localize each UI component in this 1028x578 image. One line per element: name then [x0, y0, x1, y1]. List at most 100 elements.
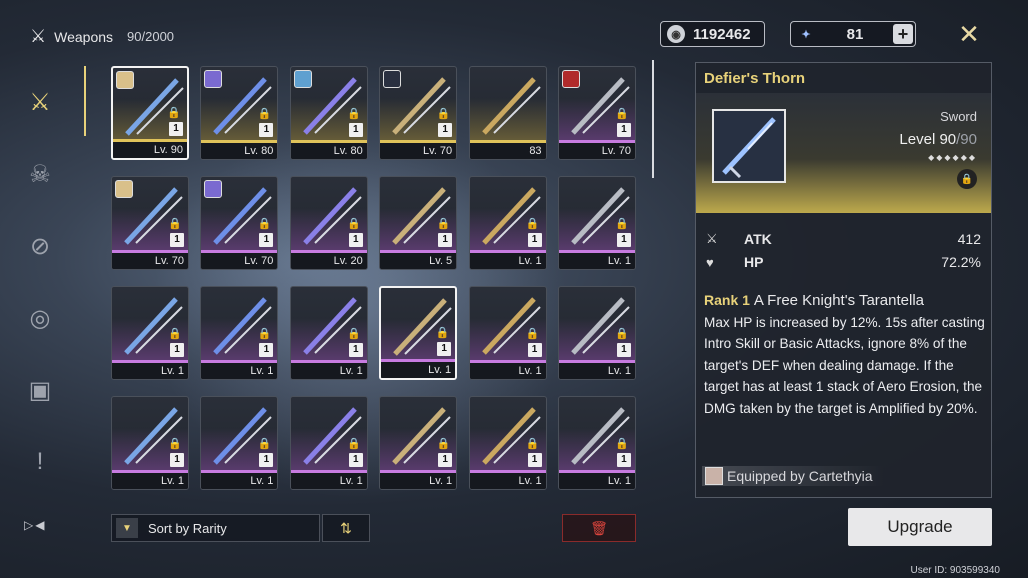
rail-expand-icon[interactable]: ▷◀ [24, 518, 46, 532]
weapon-level-label: Lv. 20 [290, 253, 367, 269]
material-tab-icon[interactable]: ⊘ [22, 228, 58, 264]
weapon-count: 90/2000 [127, 29, 175, 44]
echo-tab-icon[interactable]: ☠ [22, 156, 58, 192]
sword-icon [722, 117, 776, 179]
rank-badge: 1 [616, 123, 631, 137]
weapon-card[interactable]: 🔒 1 Lv. 1 [557, 396, 636, 490]
weapon-card[interactable]: 🔒 1 Lv. 1 [379, 286, 458, 380]
page-header: ⚔ Weapons 90/2000 [30, 26, 174, 47]
chevron-down-icon: ▼ [116, 518, 138, 538]
rank-badge: 1 [348, 233, 363, 247]
weapon-card[interactable]: 🔒 1 Lv. 1 [557, 176, 636, 270]
weapon-card[interactable]: 83 [468, 66, 547, 160]
weapon-level-label: Lv. 1 [380, 473, 457, 489]
lock-icon: 🔒 [435, 327, 450, 339]
weapon-card[interactable]: 🔒 1 Lv. 70 [557, 66, 636, 160]
weapon-card[interactable]: 🔒 1 Lv. 1 [379, 396, 458, 490]
avatar [115, 180, 133, 198]
level-current: Level 90 [899, 131, 957, 148]
page-title: Weapons [54, 28, 114, 45]
weapon-card[interactable]: 🔒 1 Lv. 5 [379, 176, 458, 270]
rank-badge: 1 [259, 453, 274, 467]
weapon-card[interactable]: 🔒 1 Lv. 1 [289, 396, 368, 490]
weapon-tab-icon[interactable]: ⚔ [22, 84, 58, 120]
grid-scrollbar[interactable] [652, 60, 654, 178]
development-tab-icon[interactable]: ◎ [22, 300, 58, 336]
lock-icon: 🔒 [347, 218, 361, 230]
currency-shell-credit: ◉ 1192462 [660, 21, 765, 47]
rank-badge: 1 [259, 123, 274, 137]
weapon-level-label: Lv. 1 [201, 363, 278, 379]
rank-badge: 1 [438, 453, 453, 467]
skill-description: Max HP is increased by 12%. 15s after ca… [704, 314, 985, 416]
rank-badge: 1 [437, 342, 452, 356]
weapon-card[interactable]: 🔒 1 Lv. 20 [289, 176, 368, 270]
weapon-card[interactable]: 🔒 1 Lv. 1 [557, 286, 636, 380]
sort-order-icon: ⇅ [340, 519, 352, 536]
weapon-card[interactable]: 🔒 1 Lv. 1 [111, 286, 189, 380]
avatar [204, 70, 223, 88]
weapon-card[interactable]: 🔒 1 Lv. 1 [468, 286, 547, 380]
weapon-card[interactable]: 🔒 1 Lv. 1 [468, 396, 547, 490]
upgrade-button[interactable]: Upgrade [848, 508, 992, 546]
weapon-grid: 🔒 1 Lv. 90 🔒 1 Lv. 80 🔒 1 Lv. 80 🔒 1 Lv. 70 83 🔒 1 Lv. … [111, 66, 641, 490]
rank-badge: 1 [616, 233, 631, 247]
weapon-level-label: Lv. 90 [113, 142, 187, 158]
rank-badge: 1 [170, 343, 184, 357]
sort-order-button[interactable]: ⇅ [322, 514, 370, 542]
weapon-level-label: 83 [469, 143, 546, 159]
quest-item-tab-icon[interactable]: ! [22, 444, 58, 480]
weapon-detail-panel: Defier's Thorn Sword Level 90/90 ◆◆◆◆◆◆ … [695, 62, 992, 498]
weapon-level-label: Lv. 1 [290, 363, 367, 379]
weapon-level: Level 90/90 [899, 131, 977, 148]
rank-badge: 1 [348, 123, 363, 137]
weapon-card[interactable]: 🔒 1 Lv. 1 [111, 396, 189, 490]
weapon-level-label: Lv. 5 [380, 253, 457, 269]
passive-skill: Rank 1 A Free Knight's Tarantella Max HP… [704, 290, 987, 419]
lock-icon: 🔒 [257, 218, 272, 230]
add-astrite-button[interactable]: + [893, 24, 913, 44]
weapon-card[interactable]: 🔒 1 Lv. 1 [200, 396, 279, 490]
avatar [705, 467, 723, 485]
weapon-card[interactable]: 🔒 1 Lv. 1 [468, 176, 547, 270]
crossed-swords-icon: ⚔ [30, 26, 47, 46]
weapon-card[interactable]: 🔒 1 Lv. 80 [289, 66, 368, 160]
rank-badge: 1 [616, 343, 631, 357]
lock-icon: 🔒 [167, 107, 181, 119]
close-icon[interactable]: ✕ [956, 21, 982, 47]
discard-button[interactable]: 🗑 [562, 514, 636, 542]
rank-badge: 1 [170, 233, 184, 247]
weapon-level-label: Lv. 70 [112, 253, 188, 269]
weapon-card[interactable]: 🔒 1 Lv. 90 [111, 66, 189, 160]
weapon-hero: Sword Level 90/90 ◆◆◆◆◆◆ 🔒 [696, 93, 991, 213]
weapon-card[interactable]: 🔒 1 Lv. 70 [111, 176, 189, 270]
lock-icon: 🔒 [436, 218, 451, 230]
sort-dropdown[interactable]: ▼ Sort by Rarity [111, 514, 320, 542]
weapon-card[interactable]: 🔒 1 Lv. 80 [200, 66, 279, 160]
lock-icon: 🔒 [347, 328, 361, 340]
hp-icon: ♥ [706, 254, 714, 270]
avatar [383, 70, 402, 88]
weapon-level-label: Lv. 80 [290, 143, 367, 159]
rank-badge: 1 [527, 453, 542, 467]
weapon-card[interactable]: 🔒 1 Lv. 70 [379, 66, 458, 160]
shell-credit-icon: ◉ [667, 25, 685, 43]
sort-label: Sort by Rarity [148, 520, 227, 536]
weapon-card[interactable]: 🔒 1 Lv. 1 [200, 286, 279, 380]
stat-value: 72.2% [941, 254, 981, 270]
weapon-level-label: Lv. 70 [558, 143, 635, 159]
lock-icon: 🔒 [615, 438, 629, 450]
resource-tab-icon[interactable]: ▣ [22, 372, 58, 408]
rank-badge: 1 [527, 343, 542, 357]
lock-toggle-icon[interactable]: 🔒 [957, 169, 977, 189]
level-max: /90 [956, 131, 977, 148]
weapon-portrait [712, 109, 786, 183]
avatar [293, 70, 312, 88]
stat-label: HP [744, 254, 764, 270]
skill-name: A Free Knight's Tarantella [753, 292, 924, 309]
weapon-card[interactable]: 🔒 1 Lv. 70 [200, 176, 279, 270]
stat-label: ATK [744, 231, 772, 247]
lock-icon: 🔒 [257, 438, 272, 450]
lock-icon: 🔒 [525, 218, 540, 230]
weapon-card[interactable]: 🔒 1 Lv. 1 [289, 286, 368, 380]
